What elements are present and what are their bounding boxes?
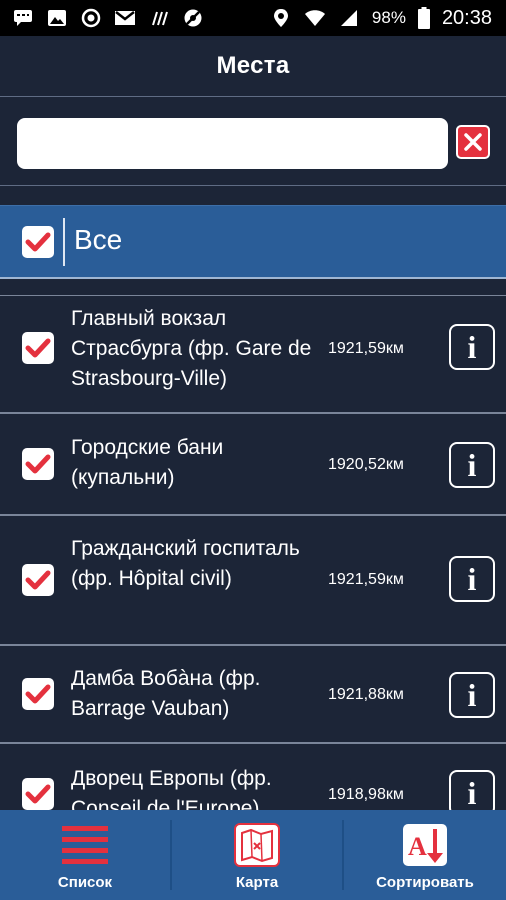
tab-sort-label: Сортировать: [376, 874, 474, 891]
checkmark-icon: [25, 784, 51, 804]
header: Места: [0, 36, 506, 97]
checkmark-icon: [25, 684, 51, 704]
info-button[interactable]: i: [449, 672, 495, 718]
place-checkbox[interactable]: [22, 564, 54, 596]
list-item[interactable]: Дамба Вобàна (фр. Barrage Vauban) 1921,8…: [0, 646, 506, 744]
place-checkbox[interactable]: [22, 332, 54, 364]
info-icon: i: [467, 560, 477, 597]
checkmark-icon: [25, 232, 51, 252]
search-input[interactable]: [17, 118, 448, 169]
place-name: Главный вокзал Страсбурга (фр. Gare de S…: [71, 307, 312, 390]
checkmark-icon: [25, 338, 51, 358]
info-button[interactable]: i: [449, 770, 495, 811]
cell-signal-icon: [338, 8, 360, 28]
battery-percent: 98%: [371, 8, 406, 27]
place-distance: 1921,88км: [328, 686, 404, 703]
place-distance: 1920,52км: [328, 456, 404, 473]
status-bar: 98% 20:38: [0, 0, 506, 36]
close-icon: [464, 133, 482, 151]
info-button[interactable]: i: [449, 324, 495, 370]
clear-search-button[interactable]: [456, 125, 490, 159]
signal-off-icon: [148, 8, 170, 28]
list-item[interactable]: Главный вокзал Страсбурга (фр. Gare de S…: [0, 296, 506, 414]
battery-icon: [417, 7, 430, 29]
select-all-label: Все: [74, 224, 123, 255]
list-item[interactable]: Гражданский госпиталь (фр. Hôpital civil…: [0, 516, 506, 646]
info-icon: i: [467, 328, 477, 365]
wifi-icon: [304, 8, 326, 28]
checkmark-icon: [25, 454, 51, 474]
sms-icon: [12, 8, 34, 28]
select-all-row[interactable]: Все: [0, 205, 506, 279]
place-distance: 1918,98км: [328, 786, 404, 803]
image-icon: [46, 8, 68, 28]
place-checkbox[interactable]: [22, 778, 54, 810]
checkmark-icon: [25, 570, 51, 590]
info-button[interactable]: i: [449, 442, 495, 488]
place-distance: 1921,59км: [328, 340, 404, 357]
page-title: Места: [216, 52, 290, 79]
location-icon: [270, 8, 292, 28]
tab-map-label: Карта: [235, 874, 279, 891]
blocked-icon: [182, 8, 204, 28]
clock: 20:38: [441, 6, 492, 29]
place-distance: 1921,59км: [328, 571, 404, 588]
tab-map[interactable]: Карта: [172, 810, 342, 900]
info-icon: i: [467, 676, 477, 713]
select-all-checkbox[interactable]: [22, 226, 54, 258]
place-checkbox[interactable]: [22, 448, 54, 480]
sync-icon: [80, 8, 102, 28]
tab-list-label: Список: [57, 874, 113, 891]
svg-text:A: A: [408, 832, 427, 861]
place-name: Городские бани (купальни): [71, 436, 224, 489]
place-name: Дамба Вобàна (фр. Barrage Vauban): [71, 667, 261, 720]
place-name: Дворец Европы (фр. Conseil de l'Europe): [71, 767, 272, 811]
sort-icon: A: [401, 822, 449, 868]
tab-sort[interactable]: A Сортировать: [344, 810, 506, 900]
divider: [63, 218, 65, 266]
bottom-toolbar: Список Карта A Сортировать: [0, 810, 506, 900]
info-button[interactable]: i: [449, 556, 495, 602]
list-icon: [61, 822, 109, 868]
place-name: Гражданский госпиталь (фр. Hôpital civil…: [71, 537, 300, 590]
gmail-icon: [114, 8, 136, 28]
info-icon: i: [467, 446, 477, 483]
list-item[interactable]: Дворец Европы (фр. Conseil de l'Europe) …: [0, 744, 506, 811]
list-item[interactable]: Городские бани (купальни) 1920,52км i: [0, 414, 506, 516]
tab-list[interactable]: Список: [0, 810, 170, 900]
map-icon: [233, 822, 281, 868]
place-checkbox[interactable]: [22, 678, 54, 710]
places-list[interactable]: Главный вокзал Страсбурга (фр. Gare de S…: [0, 295, 506, 811]
search-row: [0, 100, 506, 186]
info-icon: i: [467, 774, 477, 811]
